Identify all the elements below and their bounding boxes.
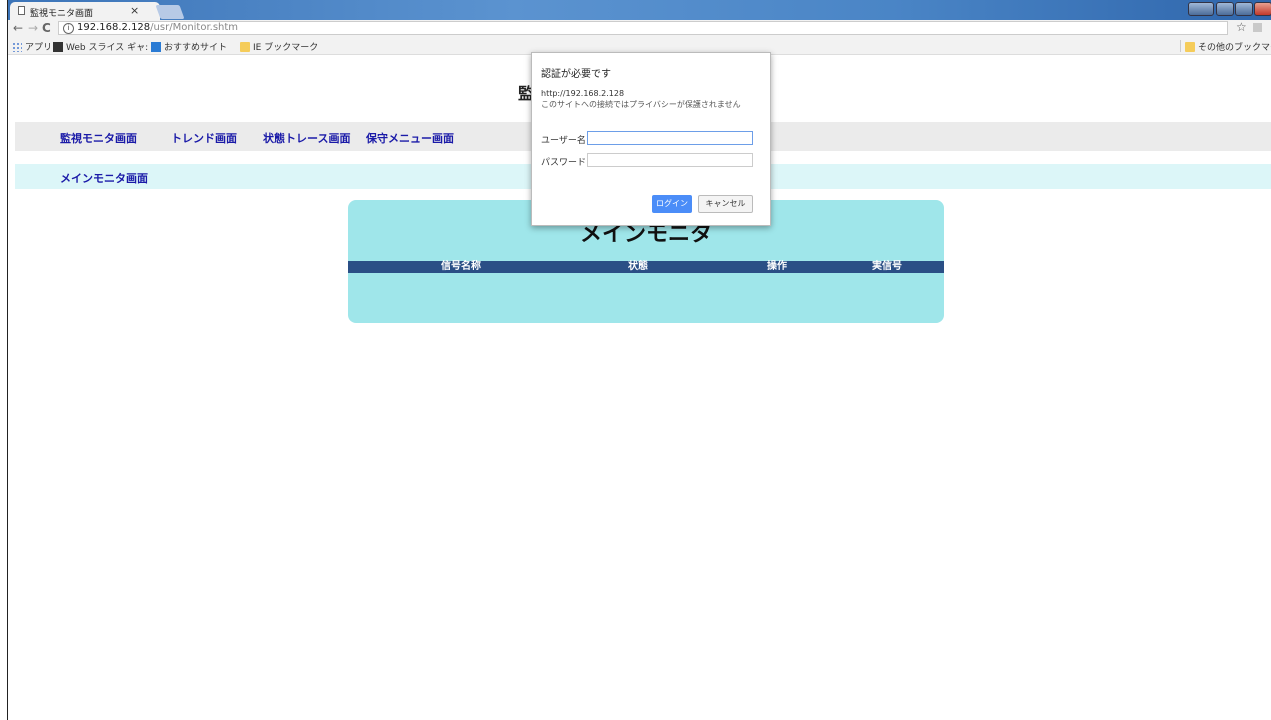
browser-menu-icon[interactable]: ⋮ bbox=[1267, 20, 1271, 33]
username-input[interactable] bbox=[587, 131, 753, 145]
bing-icon bbox=[151, 42, 161, 52]
reload-icon[interactable]: C bbox=[42, 21, 51, 35]
submenu-main-monitor[interactable]: メインモニタ画面 bbox=[60, 170, 148, 186]
apps-grid-icon bbox=[12, 42, 22, 52]
folder-icon bbox=[1185, 42, 1195, 52]
new-tab-button[interactable] bbox=[155, 5, 185, 19]
bookmark-other-folder[interactable]: その他のブックマーク bbox=[1185, 40, 1271, 53]
bookmark-other-folder-label: その他のブックマーク bbox=[1198, 43, 1271, 53]
tab-title: 監視モニタ画面 bbox=[30, 9, 94, 19]
menu-monitor[interactable]: 監視モニタ画面 bbox=[60, 130, 137, 146]
menu-status-trace[interactable]: 状態トレース画面 bbox=[263, 130, 350, 146]
url-path: /usr/Monitor.shtm bbox=[150, 22, 239, 33]
folder-icon bbox=[240, 42, 250, 52]
menu-trend[interactable]: トレンド画面 bbox=[171, 130, 237, 146]
dialog-url: http://192.168.2.128 bbox=[541, 89, 625, 98]
tab-close-icon[interactable]: × bbox=[130, 4, 139, 17]
column-actual-signal: 実信号 bbox=[872, 261, 902, 272]
cancel-button[interactable]: キャンセル bbox=[698, 195, 753, 213]
bookmark-apps[interactable]: アプリ bbox=[12, 40, 52, 53]
browser-toolbar: ← → C i 192.168.2.128/usr/Monitor.shtm ☆… bbox=[8, 20, 1271, 37]
minimize-button[interactable] bbox=[1216, 2, 1234, 16]
web-slice-icon bbox=[53, 42, 63, 52]
title-bar: 監視モニタ画面 × bbox=[8, 0, 1271, 20]
url-host: 192.168.2.128 bbox=[77, 22, 151, 33]
bookmark-separator bbox=[1180, 40, 1181, 52]
bookmark-ie-folder-label: IE ブックマーク bbox=[253, 43, 319, 53]
dialog-warning: このサイトへの接続ではプライバシーが保護されません bbox=[541, 100, 741, 109]
forward-arrow-icon[interactable]: → bbox=[28, 21, 38, 35]
bookmark-star-icon[interactable]: ☆ bbox=[1236, 20, 1247, 34]
username-label: ユーザー名 bbox=[541, 136, 586, 146]
user-profile-button[interactable] bbox=[1188, 2, 1214, 16]
extension-icon[interactable] bbox=[1253, 23, 1262, 32]
bookmark-web-slice-label: Web スライス ギャ: bbox=[66, 43, 149, 53]
table-header: 信号名称 状態 操作 実信号 bbox=[348, 261, 944, 273]
column-signal-name: 信号名称 bbox=[441, 261, 481, 272]
bookmark-web-slice[interactable]: Web スライス ギャ: bbox=[53, 40, 148, 53]
info-icon[interactable]: i bbox=[63, 23, 74, 34]
bookmark-apps-label: アプリ bbox=[25, 43, 53, 53]
browser-window: 監視モニタ画面 × ← → C i 192.168.2.128/usr/Moni… bbox=[7, 0, 1271, 720]
column-operation: 操作 bbox=[767, 261, 787, 272]
browser-tab[interactable]: 監視モニタ画面 × bbox=[10, 2, 160, 20]
address-bar[interactable]: i 192.168.2.128/usr/Monitor.shtm bbox=[58, 21, 1228, 35]
password-input[interactable] bbox=[587, 153, 753, 167]
bookmark-ie-folder[interactable]: IE ブックマーク bbox=[240, 40, 318, 53]
back-arrow-icon[interactable]: ← bbox=[13, 21, 23, 35]
url-text: 192.168.2.128/usr/Monitor.shtm bbox=[77, 22, 238, 33]
column-status: 状態 bbox=[628, 261, 648, 272]
password-label: パスワード bbox=[541, 158, 587, 168]
login-button[interactable]: ログイン bbox=[652, 195, 692, 213]
auth-dialog: 認証が必要です http://192.168.2.128 このサイトへの接続では… bbox=[531, 52, 771, 226]
menu-maintenance[interactable]: 保守メニュー画面 bbox=[366, 130, 454, 146]
page-icon bbox=[18, 6, 25, 15]
maximize-button[interactable] bbox=[1235, 2, 1253, 16]
bookmark-recommended[interactable]: おすすめサイト bbox=[151, 40, 227, 53]
bookmark-recommended-label: おすすめサイト bbox=[164, 43, 228, 53]
close-window-button[interactable] bbox=[1254, 2, 1271, 16]
dialog-title: 認証が必要です bbox=[541, 69, 611, 80]
